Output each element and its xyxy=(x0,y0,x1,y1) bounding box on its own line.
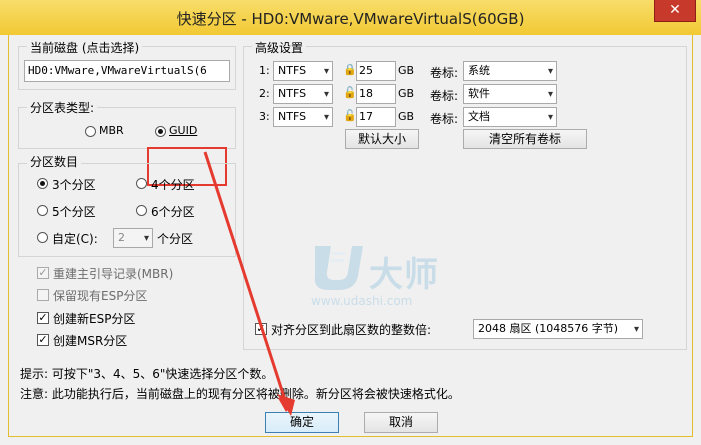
annotation-arrow-icon xyxy=(203,151,295,416)
